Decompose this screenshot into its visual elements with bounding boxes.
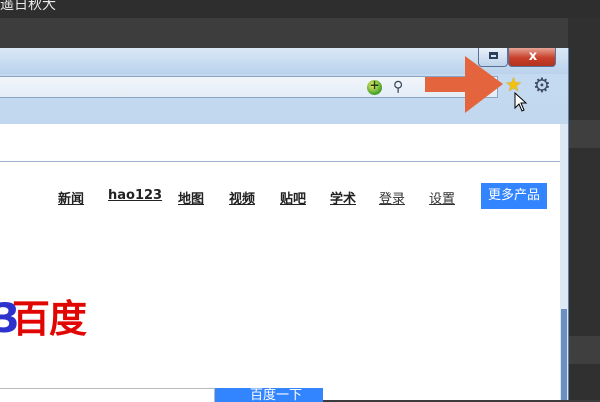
command-bar [0, 124, 560, 162]
nav-link-news[interactable]: 新闻 [58, 188, 84, 207]
compatibility-view-icon[interactable]: + [367, 78, 382, 95]
close-button[interactable]: x [508, 48, 556, 67]
mouse-cursor-icon [514, 92, 528, 112]
page-content: 新闻 hao123 地图 视频 贴吧 学术 登录 设置 更多产品 3 百度 百度… [0, 162, 560, 402]
baidu-logo: 3 百度 [0, 295, 120, 345]
search-icon[interactable]: ⚲ [393, 79, 403, 95]
scrollbar-thumb[interactable] [561, 309, 567, 400]
nav-link-hao123[interactable]: hao123 [108, 188, 162, 203]
nav-link-settings[interactable]: 设置 [429, 188, 455, 207]
nav-link-map[interactable]: 地图 [178, 188, 204, 207]
vertical-scrollbar[interactable] [560, 124, 568, 400]
top-title-strip: 遥日秋大 [0, 0, 600, 18]
more-products-button[interactable]: 更多产品 [481, 183, 547, 209]
nav-link-login[interactable]: 登录 [379, 188, 405, 207]
address-bar[interactable]: + ⚲ [0, 76, 498, 98]
nav-link-video[interactable]: 视频 [229, 188, 255, 207]
nav-link-tieba[interactable]: 贴吧 [280, 188, 306, 207]
background-band [568, 120, 600, 148]
background-window-edge [568, 18, 600, 400]
background-band [568, 336, 600, 364]
close-icon: x [528, 49, 538, 64]
top-nav: 新闻 hao123 地图 视频 贴吧 学术 登录 设置 [0, 186, 560, 210]
annotation-arrow [425, 56, 503, 113]
logo-text: 百度 [12, 297, 87, 341]
tools-gear-icon[interactable]: ⚙ [533, 73, 551, 97]
window-title-partial: 遥日秋大 [0, 0, 56, 13]
nav-link-xueshu[interactable]: 学术 [330, 188, 356, 207]
